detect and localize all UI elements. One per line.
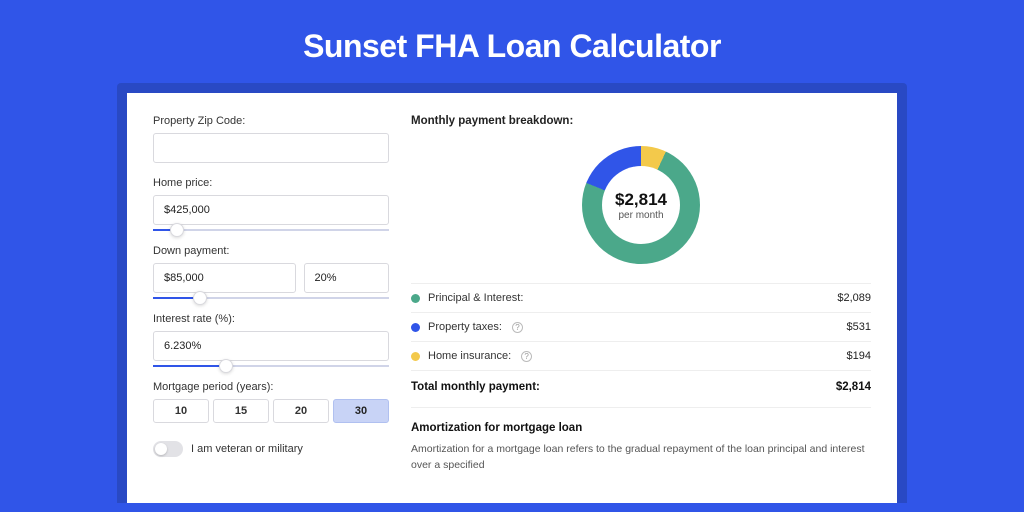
toggle-knob-icon bbox=[155, 443, 167, 455]
veteran-toggle[interactable] bbox=[153, 441, 183, 457]
home-price-slider[interactable] bbox=[153, 229, 389, 231]
down-payment-pct-input[interactable] bbox=[304, 263, 389, 293]
period-btn-20[interactable]: 20 bbox=[273, 399, 329, 423]
period-label: Mortgage period (years): bbox=[153, 381, 389, 393]
breakdown-title: Monthly payment breakdown: bbox=[411, 115, 871, 137]
legend-row-taxes: Property taxes: ? $531 bbox=[411, 312, 871, 341]
zip-label: Property Zip Code: bbox=[153, 115, 389, 127]
down-payment-slider[interactable] bbox=[153, 297, 389, 299]
legend-row-insurance: Home insurance: ? $194 bbox=[411, 341, 871, 370]
donut-sub: per month bbox=[618, 210, 663, 221]
dot-icon bbox=[411, 352, 420, 361]
donut-center: $2,814 per month bbox=[582, 146, 700, 264]
slider-thumb-icon[interactable] bbox=[219, 359, 233, 373]
slider-thumb-icon[interactable] bbox=[193, 291, 207, 305]
field-home-price: Home price: bbox=[153, 177, 389, 231]
amortization-body: Amortization for a mortgage loan refers … bbox=[411, 442, 871, 474]
field-interest: Interest rate (%): bbox=[153, 313, 389, 367]
results-column: Monthly payment breakdown: $2,814 per mo… bbox=[411, 115, 871, 503]
home-price-input[interactable] bbox=[153, 195, 389, 225]
legend-value: $531 bbox=[847, 321, 871, 333]
page-title: Sunset FHA Loan Calculator bbox=[0, 0, 1024, 83]
donut-chart-wrap: $2,814 per month bbox=[411, 137, 871, 273]
legend-value: $2,089 bbox=[837, 292, 871, 304]
veteran-toggle-row: I am veteran or military bbox=[153, 441, 389, 457]
total-label: Total monthly payment: bbox=[411, 381, 540, 393]
legend-row-principal: Principal & Interest: $2,089 bbox=[411, 283, 871, 312]
legend-label: Property taxes: bbox=[428, 321, 502, 333]
calculator-card: Property Zip Code: Home price: Down paym… bbox=[127, 93, 897, 503]
donut-chart: $2,814 per month bbox=[582, 146, 700, 264]
period-btn-15[interactable]: 15 bbox=[213, 399, 269, 423]
down-payment-input[interactable] bbox=[153, 263, 296, 293]
interest-input[interactable] bbox=[153, 331, 389, 361]
veteran-label: I am veteran or military bbox=[191, 443, 303, 455]
dot-icon bbox=[411, 294, 420, 303]
home-price-label: Home price: bbox=[153, 177, 389, 189]
legend-value: $194 bbox=[847, 350, 871, 362]
zip-input[interactable] bbox=[153, 133, 389, 163]
legend-label: Home insurance: bbox=[428, 350, 511, 362]
donut-amount: $2,814 bbox=[615, 190, 667, 210]
info-icon[interactable]: ? bbox=[512, 322, 523, 333]
interest-label: Interest rate (%): bbox=[153, 313, 389, 325]
amortization-title: Amortization for mortgage loan bbox=[411, 407, 871, 434]
info-icon[interactable]: ? bbox=[521, 351, 532, 362]
legend-label: Principal & Interest: bbox=[428, 292, 523, 304]
field-period: Mortgage period (years): 10 15 20 30 bbox=[153, 381, 389, 423]
period-options: 10 15 20 30 bbox=[153, 399, 389, 423]
field-zip: Property Zip Code: bbox=[153, 115, 389, 163]
total-value: $2,814 bbox=[836, 381, 871, 393]
period-btn-30[interactable]: 30 bbox=[333, 399, 389, 423]
down-payment-label: Down payment: bbox=[153, 245, 389, 257]
field-down-payment: Down payment: bbox=[153, 245, 389, 299]
total-row: Total monthly payment: $2,814 bbox=[411, 370, 871, 407]
interest-slider[interactable] bbox=[153, 365, 389, 367]
period-btn-10[interactable]: 10 bbox=[153, 399, 209, 423]
form-column: Property Zip Code: Home price: Down paym… bbox=[153, 115, 389, 503]
card-backplate: Property Zip Code: Home price: Down paym… bbox=[117, 83, 907, 503]
slider-thumb-icon[interactable] bbox=[170, 223, 184, 237]
dot-icon bbox=[411, 323, 420, 332]
